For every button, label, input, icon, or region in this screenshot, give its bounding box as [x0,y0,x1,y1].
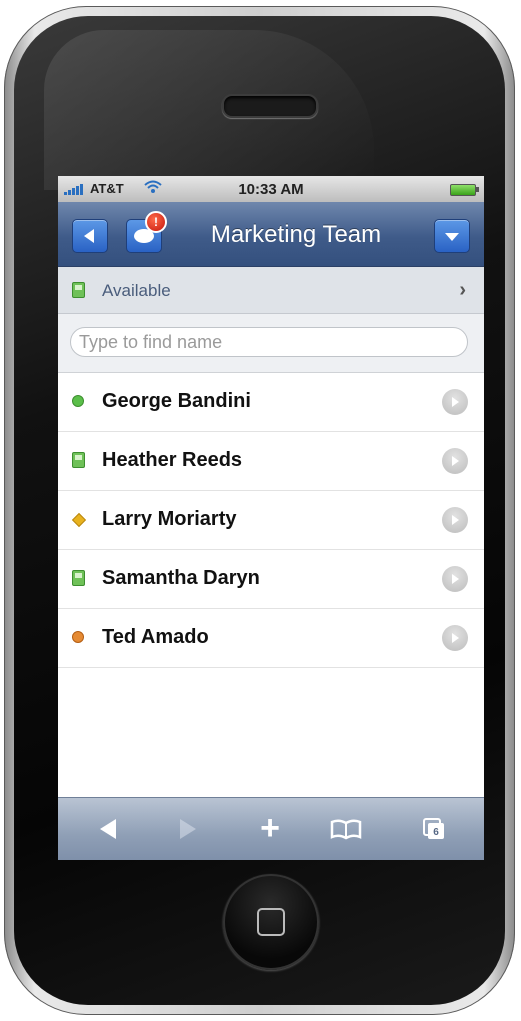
contact-row[interactable]: Samantha Daryn [58,550,484,609]
contact-name: Heather Reeds [102,449,243,471]
contact-name: George Bandini [102,390,251,412]
home-square-icon [257,908,285,936]
contact-row[interactable]: Ted Amado [58,609,484,668]
contact-name: Ted Amado [102,626,209,648]
contact-list: George Bandini Heather Reeds Larry Moria… [58,373,484,668]
pages-button[interactable]: 6 [404,798,464,860]
mobile-phone-icon [72,452,85,468]
earpiece-speaker [222,94,318,118]
chat-alert-button[interactable]: ! [126,211,167,253]
disclosure-arrow-icon[interactable] [442,625,468,651]
glass-reflection [44,30,374,190]
chevron-right-icon: › [459,279,466,301]
green-dot-icon [72,395,84,407]
contact-row[interactable]: Larry Moriarty [58,491,484,550]
browser-toolbar: + 6 [58,797,484,860]
status-bar: AT&T 10:33 AM [58,176,484,202]
page-title: Marketing Team [210,221,382,248]
dropdown-menu-button[interactable] [434,219,470,253]
pages-icon: 6 [423,818,444,839]
home-button[interactable] [223,874,319,970]
search-input[interactable] [70,327,468,357]
add-bookmark-button[interactable]: + [240,798,300,860]
phone-screen: AT&T 10:33 AM ! Marketing Team Available… [58,176,484,860]
presence-status-label: Available [102,281,171,300]
battery-icon [450,184,479,196]
disclosure-arrow-icon[interactable] [442,448,468,474]
disclosure-arrow-icon[interactable] [442,566,468,592]
contact-name: Samantha Daryn [102,567,260,589]
navigation-bar: ! Marketing Team [58,202,484,267]
back-button[interactable] [72,219,108,253]
status-time: 10:33 AM [238,181,304,198]
tab-count: 6 [433,827,439,838]
presence-status-row[interactable]: Available › [58,267,484,314]
open-book-icon [330,819,362,840]
bookmarks-button[interactable] [316,798,376,860]
contact-name: Larry Moriarty [102,508,237,530]
browser-back-button[interactable] [82,798,142,860]
contact-row[interactable]: George Bandini [58,373,484,432]
search-bar [58,314,484,373]
orange-dot-icon [72,631,84,643]
disclosure-arrow-icon[interactable] [442,389,468,415]
alert-badge: ! [145,211,167,233]
yellow-diamond-icon [71,512,87,528]
mobile-phone-icon [72,570,85,586]
mobile-phone-icon [72,282,85,298]
disclosure-arrow-icon[interactable] [442,507,468,533]
iphone-device: AT&T 10:33 AM ! Marketing Team Available… [4,6,515,1015]
contact-row[interactable]: Heather Reeds [58,432,484,491]
browser-forward-button[interactable] [162,798,222,860]
